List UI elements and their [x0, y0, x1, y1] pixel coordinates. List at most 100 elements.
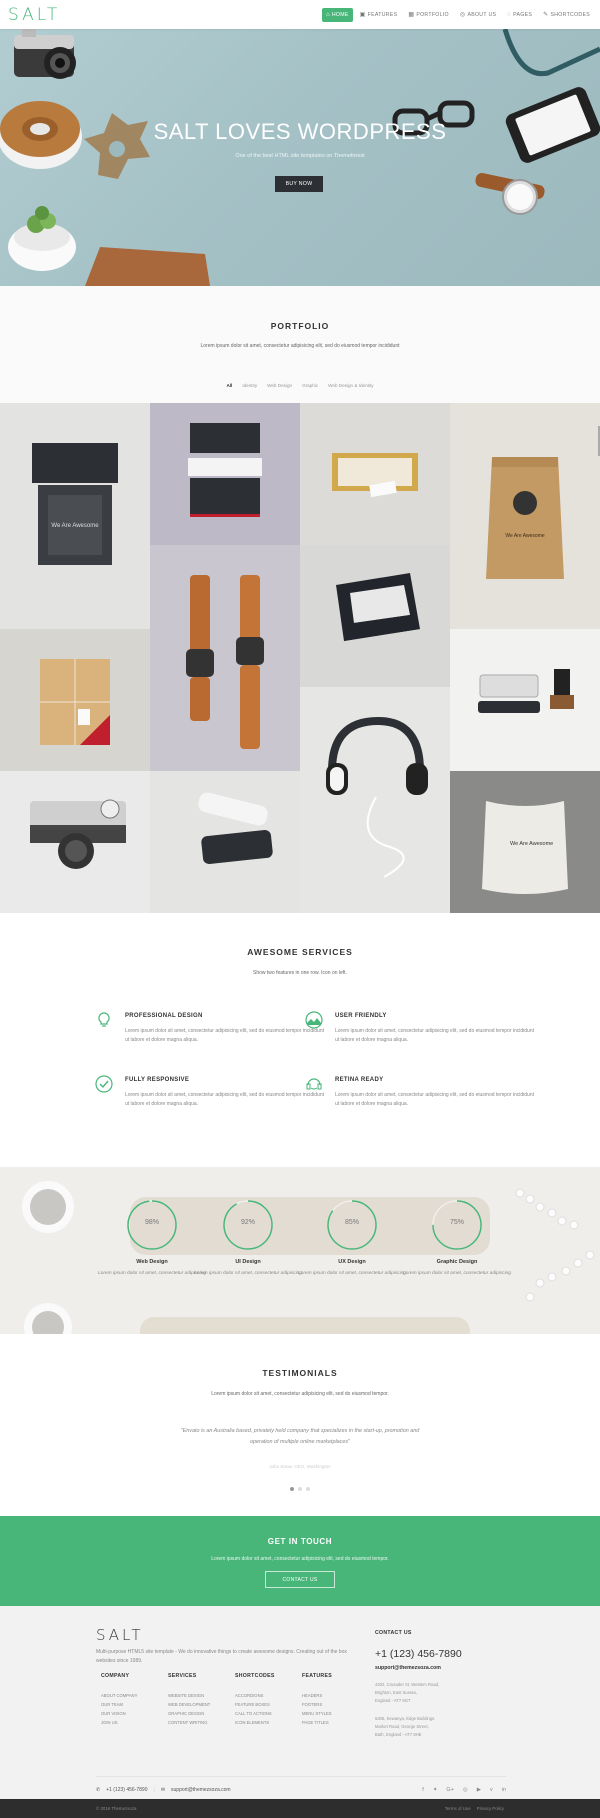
- portfolio-item-headphones[interactable]: [300, 687, 450, 913]
- features-icon: ▣: [359, 11, 366, 18]
- skill-percent: 98%: [144, 1219, 159, 1226]
- footer-link[interactable]: GRAPHIC DESIGN: [168, 1709, 238, 1718]
- skill-text: Lorem ipsum dolor sit amet, consectetur …: [298, 1271, 406, 1276]
- portfolio-item-bag[interactable]: We Are Awesome: [450, 403, 600, 629]
- youtube-icon[interactable]: ▶: [477, 1787, 481, 1793]
- site-logo[interactable]: SALT: [8, 5, 60, 25]
- service-text: Lorem ipsum dolor sit amet, consectetur …: [335, 1028, 534, 1043]
- portfolio-item-box[interactable]: We Are Awesome: [0, 403, 150, 629]
- footer-link[interactable]: OUR TEAM: [101, 1700, 171, 1709]
- footer-logo[interactable]: SALT: [96, 1626, 144, 1644]
- vimeo-icon[interactable]: v: [490, 1787, 493, 1793]
- portfolio-item-envelope[interactable]: [300, 545, 450, 687]
- footer-column-features: FEATURES HEADERS FOOTERS MENU STYLES PAGE TI…: [302, 1673, 372, 1727]
- nav-item-features[interactable]: ▣ FEATURES: [356, 8, 402, 22]
- wallet-image: [85, 247, 210, 286]
- divider: |: [153, 1787, 155, 1793]
- cta-subtitle: Lorem ipsum dolor sit amet, consectetur …: [211, 1556, 389, 1562]
- footer-link[interactable]: WEBSITE DESIGN: [168, 1691, 238, 1700]
- portfolio-item-cards[interactable]: [300, 403, 450, 545]
- nav-item-pages[interactable]: ◌ PAGES: [503, 8, 536, 22]
- facebook-icon[interactable]: f: [422, 1787, 424, 1793]
- testimonials-subtitle: Lorem ipsum dolor sit amet, consectetur …: [211, 1391, 389, 1397]
- pouch-caption: We Are Awesome: [510, 841, 554, 847]
- legal-link[interactable]: Privacy Policy: [477, 1806, 504, 1811]
- portfolio-item-vintage-camera[interactable]: [0, 771, 150, 913]
- shortcodes-icon: ✎: [543, 11, 549, 18]
- nav-item-shortcodes[interactable]: ✎ SHORTCODES: [539, 8, 594, 22]
- legal-link[interactable]: Terms of Use: [445, 1806, 471, 1811]
- home-icon: ⌂: [325, 11, 330, 18]
- footer-link[interactable]: FOOTERS: [302, 1700, 372, 1709]
- googleplus-icon[interactable]: G+: [446, 1787, 454, 1793]
- footer-link-list: WEBSITE DESIGN WEB DEVELOPMENT GRAPHIC DES…: [168, 1691, 238, 1727]
- contact-phone[interactable]: +1 (123) 456-7890: [375, 1648, 505, 1660]
- filter-graphic[interactable]: Graphic: [302, 383, 318, 388]
- instagram-icon[interactable]: ◎: [463, 1787, 468, 1793]
- legal-links: Terms of Use Privacy Policy: [445, 1806, 504, 1811]
- camera-image: [14, 29, 76, 79]
- site-header: SALT ⌂ HOME ▣ FEATURES ▦ PORTFOLIO ◎ ABOUT US ◌ P…: [0, 0, 600, 29]
- buy-now-button[interactable]: BUY NOW: [275, 176, 323, 192]
- nav-item-portfolio[interactable]: ▦ PORTFOLIO: [404, 8, 453, 22]
- contact-title: CONTACT US: [375, 1630, 412, 1636]
- portfolio-item-keyboard[interactable]: [450, 629, 600, 771]
- pagination-dot[interactable]: [298, 1487, 302, 1491]
- support-icon: [305, 1075, 323, 1093]
- footer-link[interactable]: PAGE TITLES: [302, 1718, 372, 1727]
- portfolio-item-watches[interactable]: [150, 545, 300, 771]
- filter-web-design-identity[interactable]: Web Design & Identity: [328, 383, 373, 388]
- portfolio-item-package[interactable]: [0, 629, 150, 771]
- portfolio-item-tubes[interactable]: [150, 771, 300, 913]
- footer-link[interactable]: CONTENT WRITING: [168, 1718, 238, 1727]
- lightbulb-icon: [95, 1011, 113, 1029]
- footer-link[interactable]: JOIN US: [101, 1718, 171, 1727]
- filter-web-design[interactable]: Web Design: [267, 383, 292, 388]
- linkedin-icon[interactable]: in: [502, 1787, 506, 1793]
- chair-leg-image: [502, 29, 600, 77]
- footer-link[interactable]: HEADERS: [302, 1691, 372, 1700]
- footer-link-list: ACCORDIONS FEATURE BOXES CALL TO ACTIONS IC…: [235, 1691, 305, 1727]
- footer-column-title: COMPANY: [101, 1673, 130, 1679]
- footer-link-list: ABOUT COMPANY OUR TEAM OUR VISION JOIN US: [101, 1691, 171, 1727]
- hero-subtitle: One of the best HTML site templates on T…: [235, 153, 365, 159]
- testimonials-title: TESTIMONIALS: [262, 1368, 338, 1378]
- footer-link[interactable]: ICON ELEMENTS: [235, 1718, 305, 1727]
- box-caption: We Are Awesome: [51, 523, 99, 529]
- pages-icon: ◌: [507, 11, 512, 18]
- footer-link[interactable]: OUR VISION: [101, 1709, 171, 1718]
- nav-item-about-us[interactable]: ◎ ABOUT US: [456, 8, 500, 22]
- footer-link[interactable]: WEB DEVELOPMENT: [168, 1700, 238, 1709]
- portfolio-item-ticket[interactable]: [150, 403, 300, 545]
- nav-item-label: SHORTCODES: [550, 11, 590, 18]
- twitter-icon[interactable]: ✦: [433, 1787, 438, 1793]
- cta-section: GET IN TOUCH Lorem ipsum dolor sit amet,…: [0, 1516, 600, 1606]
- footer-bar-email[interactable]: support@themezsoza.com: [171, 1787, 231, 1793]
- portfolio-grid: We Are Awesome We Are Awesome We Are Awe…: [0, 403, 600, 913]
- footer-link[interactable]: MENU STYLES: [302, 1709, 372, 1718]
- footer-link[interactable]: FEATURE BOXES: [235, 1700, 305, 1709]
- filter-identity[interactable]: Identity: [242, 383, 257, 388]
- nav-item-label: ABOUT US: [467, 11, 497, 18]
- service-item: PROFESSIONAL DESIGN Lorem ipsum dolor sit…: [98, 1012, 325, 1045]
- pagination-dot[interactable]: [306, 1487, 310, 1491]
- skill-text: Lorem ipsum dolor sit amet, consectetur …: [98, 1271, 206, 1276]
- testimonial-author: John Snow, CEO, Washington: [269, 1464, 331, 1469]
- footer-link[interactable]: ABOUT COMPANY: [101, 1691, 171, 1700]
- footer-description: Multi-purpose HTML5 site template - We d…: [96, 1649, 347, 1664]
- service-text: Lorem ipsum dolor sit amet, consectetur …: [335, 1092, 534, 1107]
- service-title: RETINA READY: [335, 1077, 384, 1083]
- address-line: 4402, Crusader St, Western Road,: [375, 1682, 440, 1687]
- contact-us-button[interactable]: CONTACT US: [265, 1571, 335, 1588]
- footer-link[interactable]: CALL TO ACTIONS: [235, 1709, 305, 1718]
- footer-link[interactable]: ACCORDIONS: [235, 1691, 305, 1700]
- pagination-dot[interactable]: [290, 1487, 294, 1491]
- footer-bar-phone[interactable]: +1 (123) 456-7890: [106, 1787, 147, 1793]
- plant-image: [8, 206, 76, 271]
- address-line: Market Road, George Street,: [375, 1724, 429, 1729]
- filter-all[interactable]: All: [226, 383, 232, 388]
- nav-item-home[interactable]: ⌂ HOME: [321, 7, 353, 22]
- footer-column-company: COMPANY ABOUT COMPANY OUR TEAM OUR VISION JO…: [101, 1673, 171, 1727]
- portfolio-item-pouch[interactable]: We Are Awesome: [450, 771, 600, 913]
- contact-email[interactable]: support@themezsoza.com: [375, 1665, 505, 1671]
